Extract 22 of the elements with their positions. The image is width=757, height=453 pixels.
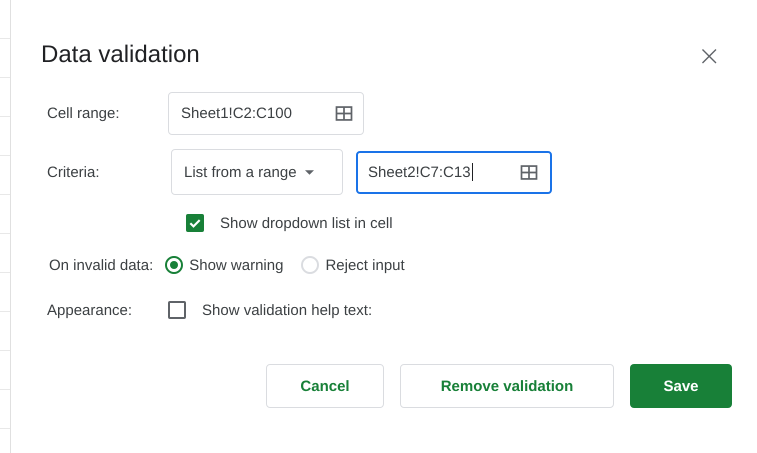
- checkbox[interactable]: [168, 301, 186, 319]
- dialog-title: Data validation: [41, 41, 201, 69]
- radio-label: Reject input: [325, 256, 405, 274]
- checkbox-label: Show validation help text:: [202, 302, 372, 318]
- field-label: Criteria:: [46, 164, 101, 180]
- radio-button[interactable]: [165, 256, 184, 274]
- dialog-button[interactable]: Remove validation: [400, 364, 614, 408]
- caret-icon: [304, 170, 314, 174]
- save-button[interactable]: Save: [630, 364, 732, 408]
- checkbox-label: Show dropdown list in cell: [220, 214, 393, 232]
- field-label: On invalid data:: [48, 256, 154, 274]
- close-button[interactable]: ×: [694, 38, 725, 72]
- checkbox[interactable]: [186, 214, 204, 232]
- radio-label: Show warning: [189, 256, 284, 274]
- grid-icon[interactable]: [335, 106, 353, 121]
- dialog-button[interactable]: Cancel: [266, 364, 384, 408]
- range-field[interactable]: Sheet1!C2:C100: [168, 92, 364, 135]
- grid-icon[interactable]: [520, 164, 538, 180]
- field-label: Cell range:: [46, 105, 121, 122]
- range-field[interactable]: Sheet2!C7:C13: [356, 150, 552, 194]
- field-label: Appearance:: [46, 302, 134, 318]
- criteria-dropdown[interactable]: List from a range: [171, 149, 343, 195]
